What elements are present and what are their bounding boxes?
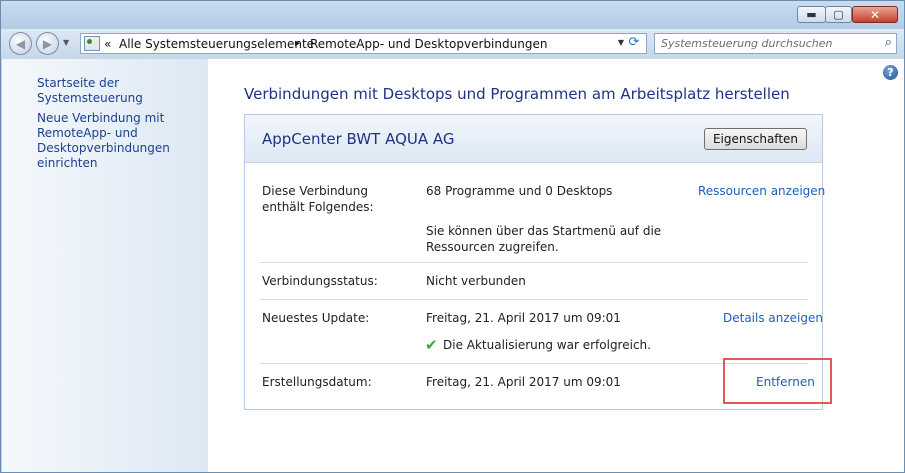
created-label: Erstellungsdatum: xyxy=(262,375,372,389)
main-content: ? Verbindungen mit Desktops und Programm… xyxy=(208,59,904,472)
address-dropdown-icon[interactable]: ▼ xyxy=(618,38,624,47)
row-divider xyxy=(260,262,808,263)
connection-title: AppCenter BWT AQUA AG xyxy=(262,130,455,148)
page-title: Verbindungen mit Desktops und Programmen… xyxy=(244,85,790,103)
minimize-button[interactable]: ▬ xyxy=(797,6,826,23)
contains-note: Sie können über das Startmenü auf die Re… xyxy=(426,224,662,254)
title-bar: ▬ ▢ ✕ xyxy=(1,1,904,29)
row-divider xyxy=(260,299,808,300)
forward-button[interactable]: ▶ xyxy=(36,32,59,55)
sidebar-link-control-panel-home[interactable]: Startseite der Systemsteuerung xyxy=(37,76,202,106)
breadcrumb-item-all-items[interactable]: Alle Systemsteuerungselemente xyxy=(119,37,314,51)
contains-label: Diese Verbindung enthält Folgendes: xyxy=(262,184,374,214)
maximize-button[interactable]: ▢ xyxy=(825,6,852,23)
minimize-icon: ▬ xyxy=(806,8,817,21)
update-result: Die Aktualisierung war erfolgreich. xyxy=(443,338,651,352)
status-label: Verbindungsstatus: xyxy=(262,274,378,288)
control-panel-window: ▬ ▢ ✕ ◀ ▶ ▼ « Alle Systemsteuerungseleme… xyxy=(0,0,905,473)
connection-header: AppCenter BWT AQUA AG Eigenschaften xyxy=(245,115,822,163)
arrow-left-icon: ◀ xyxy=(15,36,26,51)
sidebar-link-new-connection[interactable]: Neue Verbindung mit RemoteApp- und Deskt… xyxy=(37,111,170,171)
close-button[interactable]: ✕ xyxy=(852,6,898,23)
contains-value: 68 Programme und 0 Desktops xyxy=(426,184,613,198)
breadcrumb-item-remoteapp[interactable]: RemoteApp- und Desktopverbindungen xyxy=(310,37,547,51)
checkmark-icon: ✔ xyxy=(425,336,438,354)
navigation-bar: ◀ ▶ ▼ « Alle Systemsteuerungselemente ▸ … xyxy=(1,29,904,59)
search-input[interactable] xyxy=(661,36,866,51)
highlight-box xyxy=(723,358,832,404)
show-details-link[interactable]: Details anzeigen xyxy=(723,310,823,326)
status-value: Nicht verbunden xyxy=(426,274,526,288)
update-value: Freitag, 21. April 2017 um 09:01 xyxy=(426,311,621,325)
breadcrumb-separator-icon[interactable]: ▸ xyxy=(295,38,300,49)
search-icon[interactable]: ⌕ xyxy=(885,35,892,50)
update-label: Neuestes Update: xyxy=(262,311,370,325)
close-icon: ✕ xyxy=(869,7,881,22)
recent-pages-dropdown-icon[interactable]: ▼ xyxy=(63,38,69,47)
maximize-icon: ▢ xyxy=(833,8,844,21)
back-button[interactable]: ◀ xyxy=(9,32,32,55)
refresh-icon[interactable]: ⟳ xyxy=(625,35,643,52)
help-icon[interactable]: ? xyxy=(883,65,898,80)
sidebar: Startseite der Systemsteuerung Neue Verb… xyxy=(2,59,208,472)
arrow-right-icon: ▶ xyxy=(42,36,53,51)
search-box[interactable]: ⌕ xyxy=(654,33,897,54)
address-bar[interactable]: « Alle Systemsteuerungselemente ▸ Remote… xyxy=(80,33,647,54)
created-value: Freitag, 21. April 2017 um 09:01 xyxy=(426,375,621,389)
control-panel-icon xyxy=(84,36,100,51)
breadcrumb-overflow[interactable]: « xyxy=(104,37,111,51)
show-resources-link[interactable]: Ressourcen anzeigen xyxy=(698,183,825,199)
properties-button[interactable]: Eigenschaften xyxy=(704,128,807,150)
